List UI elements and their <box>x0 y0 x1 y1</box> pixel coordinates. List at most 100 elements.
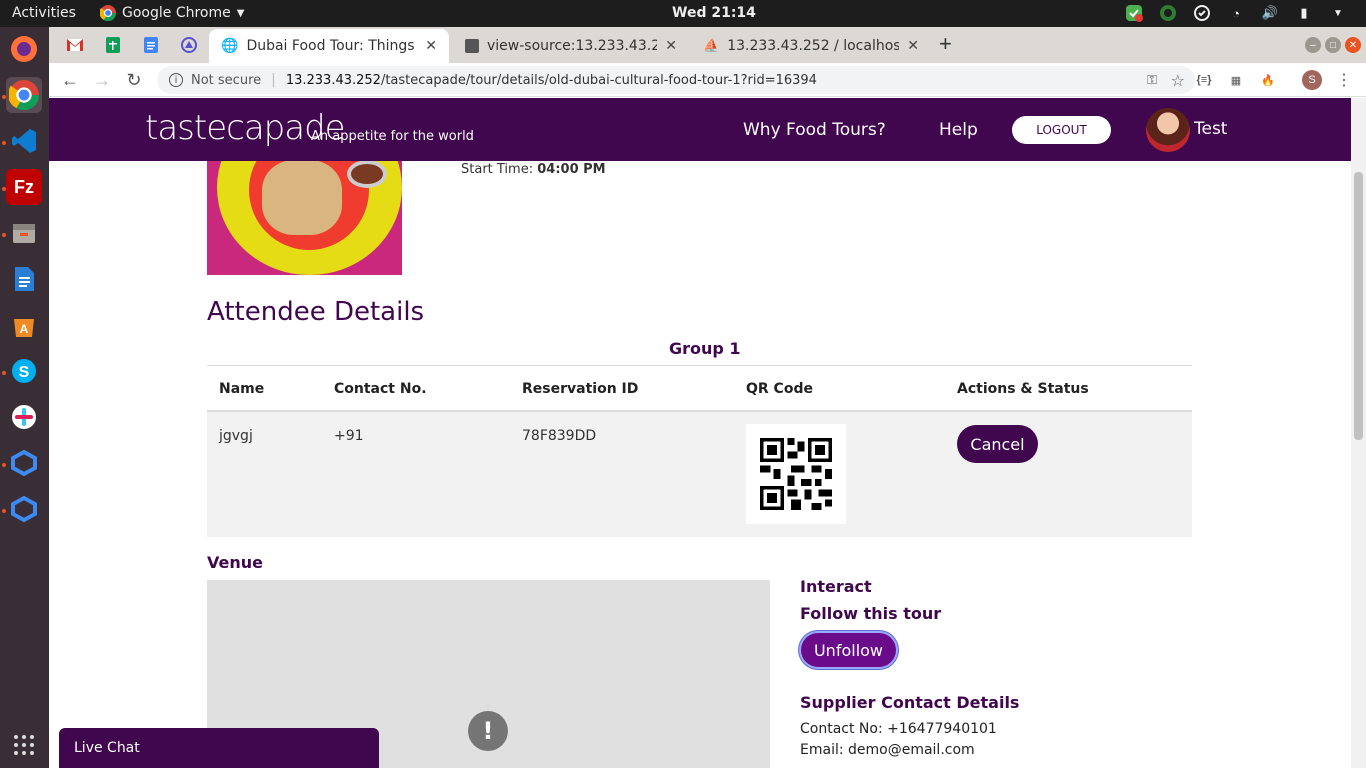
docs-icon[interactable] <box>137 33 165 57</box>
document-icon[interactable] <box>6 261 42 297</box>
column-header: QR Code <box>746 381 813 397</box>
supplier-contact-number: Contact No: +16477940101 <box>800 721 997 737</box>
bookmark-star-icon[interactable]: ☆ <box>1171 71 1185 90</box>
filezilla-icon[interactable]: Fz <box>6 169 42 205</box>
venue-heading: Venue <box>207 553 263 572</box>
chevron-down-icon: ▼ <box>236 7 245 19</box>
json-extension-icon[interactable]: {≡} <box>1194 70 1214 90</box>
column-header: Reservation ID <box>522 381 639 397</box>
chrome-icon <box>100 5 116 21</box>
avatar[interactable] <box>1146 108 1190 152</box>
divider: | <box>271 72 276 88</box>
column-header: Actions & Status <box>957 381 1089 397</box>
files-icon[interactable] <box>6 215 42 251</box>
new-tab-button[interactable]: + <box>939 31 952 57</box>
key-icon[interactable]: ⚿ <box>1147 73 1157 88</box>
drive-icon[interactable] <box>175 33 203 57</box>
extension-icon[interactable]: ▦ <box>1226 70 1246 90</box>
show-apps-icon[interactable] <box>6 727 42 763</box>
app-icon-2[interactable] <box>6 491 42 527</box>
reload-icon[interactable]: ↻ <box>123 69 145 91</box>
cancel-button[interactable]: Cancel <box>957 425 1038 463</box>
qr-code <box>746 424 846 524</box>
maximize-icon[interactable]: □ <box>1325 37 1341 53</box>
forward-icon[interactable]: → <box>91 69 113 91</box>
page-scrollbar[interactable] <box>1351 98 1366 768</box>
dock: Fz A S <box>0 27 49 768</box>
activities-button[interactable]: Activities <box>12 5 76 21</box>
site-header: tastecapade An appetite for the world Wh… <box>49 98 1351 161</box>
chevron-down-icon[interactable]: ▼ <box>1328 3 1348 23</box>
live-chat-button[interactable]: Live Chat <box>59 728 379 768</box>
minimize-icon[interactable]: – <box>1305 37 1321 53</box>
app-menu-label: Google Chrome <box>122 5 231 21</box>
volume-icon[interactable]: 🔊 <box>1260 3 1280 23</box>
vscode-icon[interactable] <box>6 123 42 159</box>
close-icon[interactable]: ✕ <box>665 38 677 54</box>
close-window-icon[interactable]: ✕ <box>1345 37 1361 53</box>
wifi-icon[interactable]: ◔ <box>1226 3 1246 23</box>
tab-strip: 🌐 Dubai Food Tour: Things t ✕ view-sourc… <box>49 27 1366 63</box>
running-indicator <box>2 187 6 191</box>
gmail-icon[interactable] <box>61 33 89 57</box>
unfollow-button[interactable]: Unfollow <box>799 631 898 669</box>
follow-tour-label: Follow this tour <box>800 604 942 623</box>
logout-button[interactable]: LOGOUT <box>1012 116 1111 144</box>
running-indicator <box>2 509 6 513</box>
web-page: tastecapade An appetite for the world Wh… <box>49 98 1351 768</box>
table-row: jgvgj +91 78F839DD Cancel <box>207 412 1192 537</box>
url-host: 13.233.43.252 <box>285 72 381 88</box>
fire-extension-icon[interactable]: 🔥 <box>1258 70 1278 90</box>
url-path: /tastecapade/tour/details/old-dubai-cult… <box>380 72 817 88</box>
tab-dubai-food-tour[interactable]: 🌐 Dubai Food Tour: Things t ✕ <box>209 29 449 63</box>
app-icon-1[interactable] <box>6 445 42 481</box>
close-icon[interactable]: ✕ <box>907 38 919 54</box>
battery-icon[interactable]: ▮ <box>1294 3 1314 23</box>
address-bar[interactable]: i Not secure | 13.233.43.252/tastecapade… <box>157 66 1195 94</box>
not-secure-label: Not secure <box>191 72 262 88</box>
slack-icon[interactable] <box>6 399 42 435</box>
recycle-icon[interactable] <box>1158 3 1178 23</box>
attendee-name: jgvgj <box>219 428 253 444</box>
sheets-icon[interactable] <box>99 33 127 57</box>
running-indicator <box>2 95 6 99</box>
page-icon <box>465 39 479 53</box>
app-menu[interactable]: Google Chrome ▼ <box>100 5 244 21</box>
supplier-email: Email: demo@email.com <box>800 742 975 758</box>
browser-toolbar: ← → ↻ i Not secure | 13.233.43.252/taste… <box>49 63 1366 97</box>
tab-title: 13.233.43.252 / localhost / <box>727 38 900 54</box>
running-indicator <box>2 371 6 375</box>
system-top-bar: Activities Google Chrome ▼ Wed 21:14 ◔ 🔊… <box>0 0 1366 27</box>
start-time: Start Time: 04:00 PM <box>461 162 606 177</box>
clock[interactable]: Wed 21:14 <box>672 5 756 21</box>
running-indicator <box>2 463 6 467</box>
tab-title: Dubai Food Tour: Things t <box>246 38 418 54</box>
group-heading: Group 1 <box>669 339 741 358</box>
menu-icon[interactable]: ⋮ <box>1334 70 1354 90</box>
supplier-contact-heading: Supplier Contact Details <box>800 693 1020 712</box>
user-name[interactable]: Test <box>1194 119 1227 139</box>
attendee-table: Name Contact No. Reservation ID QR Code … <box>207 365 1192 537</box>
chrome-icon[interactable] <box>6 77 42 113</box>
skype-icon[interactable]: S <box>6 353 42 389</box>
tour-image <box>207 160 402 275</box>
running-indicator <box>2 233 6 237</box>
interact-heading: Interact <box>800 577 872 596</box>
url-text: 13.233.43.252/tastecapade/tour/details/o… <box>286 73 817 88</box>
firefox-icon[interactable] <box>6 31 42 67</box>
reservation-id: 78F839DD <box>522 428 597 444</box>
info-icon[interactable]: i <box>169 73 183 87</box>
profile-avatar[interactable]: S <box>1302 70 1322 90</box>
timer-icon[interactable] <box>1192 3 1212 23</box>
scrollbar-thumb[interactable] <box>1354 172 1363 440</box>
close-icon[interactable]: ✕ <box>425 38 437 54</box>
update-icon[interactable] <box>1124 3 1144 23</box>
nav-help[interactable]: Help <box>939 120 978 140</box>
tab-view-source[interactable]: view-source:13.233.43.25 ✕ <box>453 29 689 63</box>
nav-why-food-tours[interactable]: Why Food Tours? <box>743 120 886 140</box>
tab-phpmyadmin[interactable]: ⛵ 13.233.43.252 / localhost / ✕ <box>691 29 931 63</box>
running-indicator <box>2 141 6 145</box>
svg-text:S: S <box>19 364 30 381</box>
software-center-icon[interactable]: A <box>6 307 42 343</box>
back-icon[interactable]: ← <box>59 69 81 91</box>
